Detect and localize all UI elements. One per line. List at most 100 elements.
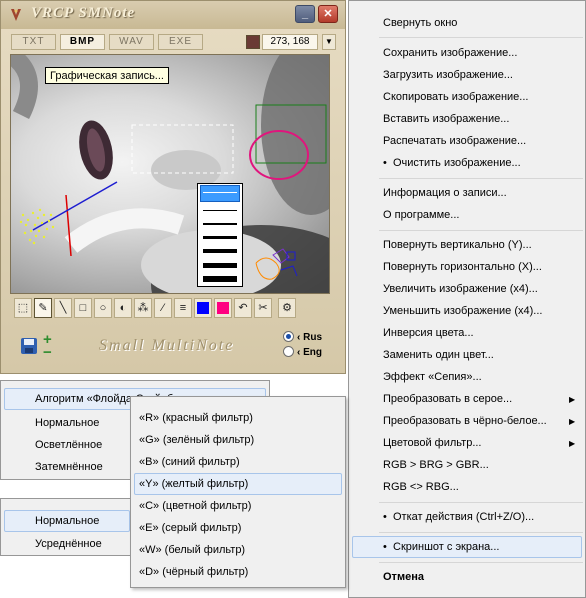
undo-icon[interactable]: ↶ [234, 298, 252, 318]
line-width-option[interactable] [203, 236, 237, 239]
line-width-option[interactable] [203, 263, 237, 268]
menu-item-minimize[interactable]: Свернуть окно [383, 12, 457, 34]
bullet-icon: • [383, 511, 387, 523]
menu-item-sepia[interactable]: Эффект «Сепия»... [383, 366, 482, 388]
menu-item-label: Откат действия (Ctrl+Z/O)... [393, 511, 535, 523]
menu-item-filter-b[interactable]: «B» (синий фильтр) [139, 451, 240, 473]
menu-item-screenshot[interactable]: • Скриншот с экрана... [352, 536, 582, 558]
bullet-icon: • [383, 541, 387, 553]
menu-item-print-image[interactable]: Распечатать изображение... [383, 130, 526, 152]
menu-item-averaged[interactable]: Усреднённое [35, 533, 102, 555]
drawing-toolbar: ⬚ ✎ ╲ □ ○ ◐ ⁂ ⁄ ≡ ↶ ✂ ⚙ [14, 298, 332, 320]
menu-item-load-image[interactable]: Загрузить изображение... [383, 64, 513, 86]
menu-separator [379, 37, 583, 38]
menu-item-normal[interactable]: Нормальное [35, 412, 99, 434]
menu-item-save-image[interactable]: Сохранить изображение... [383, 42, 517, 64]
app-logo-icon [11, 9, 21, 21]
line-width-option[interactable] [203, 192, 237, 193]
menu-separator [379, 532, 583, 533]
tab-bmp[interactable]: BMP [60, 34, 105, 50]
menu-item-rgb-rbg[interactable]: RGB <> RBG... [383, 476, 459, 498]
minimize-button[interactable]: _ [295, 5, 315, 23]
save-icon[interactable] [20, 337, 38, 355]
bullet-icon: • [383, 157, 387, 169]
menu-separator [379, 230, 583, 231]
menu-item-lightened[interactable]: Осветлённое [35, 434, 102, 456]
menu-separator [379, 178, 583, 179]
tab-wav[interactable]: WAV [109, 34, 154, 50]
menu-item-record-info[interactable]: Информация о записи... [383, 182, 507, 204]
menu-item-clear-image[interactable]: • Очистить изображение... [383, 152, 521, 174]
line-width-picker[interactable] [197, 183, 243, 287]
menu-item-filter-g[interactable]: «G» (зелёный фильтр) [139, 429, 254, 451]
lasso-icon[interactable]: ✎ [34, 298, 52, 318]
line-width-option[interactable] [203, 223, 237, 225]
lang-rus-radio[interactable]: ‹ Rus [283, 331, 322, 345]
menu-item-label: Скриншот с экрана... [393, 541, 500, 553]
mode-tabs: TXT BMP WAV EXE [11, 34, 203, 50]
menu-item-filter-r[interactable]: «R» (красный фильтр) [139, 407, 253, 429]
menu-item-filter-y[interactable]: «Y» (желтый фильтр) [134, 473, 342, 495]
menu-item-label: Очистить изображение... [393, 157, 521, 169]
line-width-option[interactable] [203, 210, 237, 211]
radio-unchecked-icon [283, 346, 294, 357]
lang-eng-label: Eng [303, 347, 322, 358]
line-width-icon[interactable]: ≡ [174, 298, 192, 318]
menu-separator [379, 562, 583, 563]
menu-item-normal-mode[interactable]: Нормальное [4, 510, 130, 532]
eyedropper-icon[interactable]: ⁄ [154, 298, 172, 318]
color-blue-button[interactable] [194, 298, 212, 318]
spray-icon[interactable]: ⁂ [134, 298, 152, 318]
menu-item-copy-image[interactable]: Скопировать изображение... [383, 86, 528, 108]
line-width-option[interactable] [203, 276, 237, 282]
settings-icon[interactable]: ⚙ [278, 298, 296, 318]
menu-item-filter-w[interactable]: «W» (белый фильтр) [139, 539, 245, 561]
menu-item-filter-d[interactable]: «D» (чёрный фильтр) [139, 561, 248, 583]
line-width-option[interactable] [203, 249, 237, 253]
menu-item-zoom-out[interactable]: Уменьшить изображение (x4)... [383, 300, 542, 322]
cursor-coordinates: 273, 168 [262, 34, 318, 50]
menu-item-filter-c[interactable]: «C» (цветной фильтр) [139, 495, 251, 517]
menu-item-grayscale[interactable]: Преобразовать в серое... [383, 388, 512, 410]
select-rect-icon[interactable]: ⬚ [14, 298, 32, 318]
cut-icon[interactable]: ✂ [254, 298, 272, 318]
title-bar[interactable]: VRCP SMNote _ ✕ [1, 1, 345, 29]
app-window: VRCP SMNote _ ✕ TXT BMP WAV EXE 273, 168… [0, 0, 346, 374]
menu-item-paste-image[interactable]: Вставить изображение... [383, 108, 509, 130]
gray-mode-menu: Нормальное Усреднённое [0, 498, 132, 556]
menu-item-zoom-in[interactable]: Увеличить изображение (x4)... [383, 278, 538, 300]
tab-exe[interactable]: EXE [158, 34, 203, 50]
menu-item-cancel[interactable]: Отмена [383, 566, 424, 588]
line-width-option-selected[interactable] [200, 185, 240, 202]
menu-item-black-white[interactable]: Преобразовать в чёрно-белое... [383, 410, 547, 432]
lang-eng-radio[interactable]: ‹ Eng [283, 346, 322, 360]
menu-item-undo[interactable]: • Откат действия (Ctrl+Z/O)... [383, 506, 534, 528]
menu-item-filter-e[interactable]: «E» (серый фильтр) [139, 517, 241, 539]
menu-item-replace-color[interactable]: Заменить один цвет... [383, 344, 494, 366]
color-filter-menu: «R» (красный фильтр) «G» (зелёный фильтр… [130, 396, 346, 588]
line-icon[interactable]: ╲ [54, 298, 72, 318]
menu-item-flip-vertical[interactable]: Повернуть вертикально (Y)... [383, 234, 532, 256]
drawing-canvas[interactable]: Графическая запись... [10, 54, 330, 294]
ellipse-icon[interactable]: ○ [94, 298, 112, 318]
tab-txt[interactable]: TXT [11, 34, 56, 50]
rect-icon[interactable]: □ [74, 298, 92, 318]
brand-text: Small MultiNote [99, 337, 235, 354]
chevron-down-icon[interactable]: ▼ [322, 34, 336, 50]
fill-icon[interactable]: ◐ [114, 298, 132, 318]
submenu-arrow-icon: ▶ [569, 395, 576, 404]
menu-item-flip-horizontal[interactable]: Повернуть горизонтально (X)... [383, 256, 542, 278]
canvas-drawing [11, 55, 329, 293]
menu-item-about[interactable]: О программе... [383, 204, 459, 226]
menu-item-invert[interactable]: Инверсия цвета... [383, 322, 474, 344]
submenu-arrow-icon: ▶ [569, 417, 576, 426]
lang-rus-label: Rus [303, 332, 323, 343]
menu-item-color-filter[interactable]: Цветовой фильтр... [383, 432, 482, 454]
menu-item-darkened[interactable]: Затемнённое [35, 456, 103, 478]
color-pink-button[interactable] [214, 298, 232, 318]
current-color-swatch[interactable] [246, 35, 260, 49]
remove-icon[interactable]: − [43, 345, 52, 360]
close-button[interactable]: ✕ [318, 5, 338, 23]
tooltip: Графическая запись... [45, 67, 169, 84]
menu-item-rgb-brg-gbr[interactable]: RGB > BRG > GBR... [383, 454, 489, 476]
